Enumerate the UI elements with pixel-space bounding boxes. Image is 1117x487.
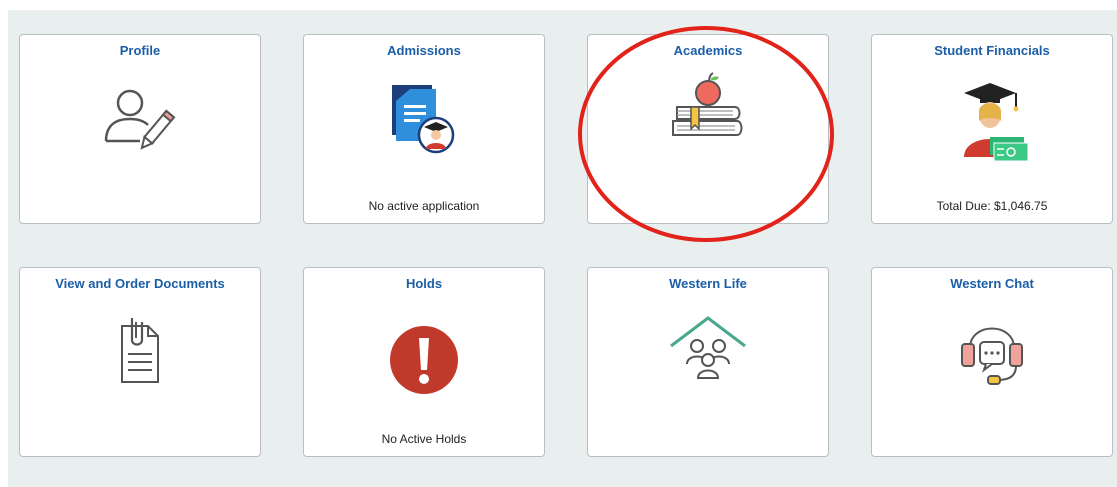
headset-chat-icon bbox=[952, 308, 1032, 399]
admissions-document-icon bbox=[382, 79, 466, 168]
homepage-tiles-area: Profile Admissions No active application… bbox=[8, 10, 1117, 487]
clipboard-document-icon bbox=[100, 302, 180, 397]
tile-title: Holds bbox=[405, 276, 443, 291]
tile-footer: No Active Holds bbox=[381, 432, 467, 446]
tile-title: Admissions bbox=[387, 43, 461, 58]
exclamation-alert-icon bbox=[384, 320, 464, 405]
tile-title: Profile bbox=[119, 43, 161, 58]
tile-footer: Total Due: $1,046.75 bbox=[936, 199, 1048, 213]
tile-title: View and Order Documents bbox=[55, 276, 225, 291]
tile-footer: No active application bbox=[368, 199, 480, 213]
tile-title: Western Chat bbox=[950, 276, 1034, 291]
tile-western-chat[interactable]: Western Chat bbox=[871, 267, 1113, 457]
tile-title: Student Financials bbox=[934, 43, 1050, 58]
tile-view-and-order-documents[interactable]: View and Order Documents bbox=[19, 267, 261, 457]
page: Profile Admissions No active application… bbox=[0, 0, 1117, 487]
tile-western-life[interactable]: Western Life bbox=[587, 267, 829, 457]
tile-academics[interactable]: Academics bbox=[587, 34, 829, 224]
apple-books-icon bbox=[663, 67, 753, 162]
profile-edit-icon bbox=[100, 81, 180, 166]
tile-admissions[interactable]: Admissions No active application bbox=[303, 34, 545, 224]
tile-holds[interactable]: Holds No Active Holds bbox=[303, 267, 545, 457]
tile-title: Academics bbox=[673, 43, 743, 58]
tile-title: Western Life bbox=[669, 276, 747, 291]
tile-profile[interactable]: Profile bbox=[19, 34, 261, 224]
tile-student-financials[interactable]: Student Financials Total Due: $1,046.75 bbox=[871, 34, 1113, 224]
graduate-money-icon bbox=[950, 77, 1034, 172]
house-people-icon bbox=[663, 308, 753, 393]
